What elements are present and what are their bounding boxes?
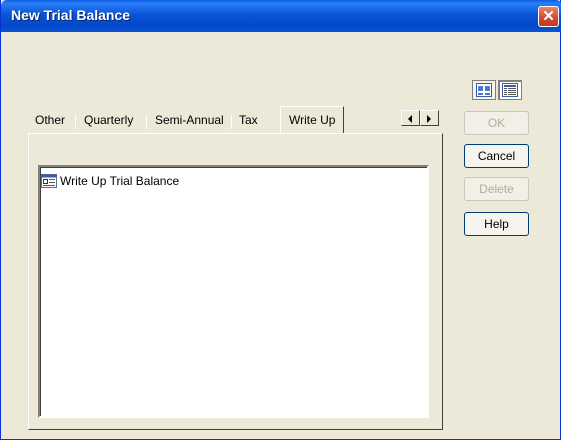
arrow-right-icon (427, 115, 431, 123)
window-title: New Trial Balance (11, 7, 131, 23)
large-icons-view-icon (476, 83, 492, 97)
arrow-left-icon (408, 115, 412, 123)
template-list[interactable]: Write Up Trial Balance (38, 165, 429, 418)
details-view-icon (502, 83, 518, 97)
list-item[interactable]: Write Up Trial Balance (41, 173, 179, 189)
tab-label: Quarterly (84, 113, 134, 127)
tab-write-up[interactable]: Write Up (280, 106, 345, 133)
document-template-icon (41, 174, 57, 188)
tab-tax[interactable]: Tax (235, 110, 262, 132)
ok-button[interactable]: OK (464, 111, 529, 135)
tab-label: Tax (239, 113, 258, 127)
tab-divider (231, 115, 232, 129)
tab-quarterly[interactable]: Quarterly (80, 110, 137, 132)
tab-other[interactable]: Other (31, 110, 69, 132)
tab-label: Other (35, 113, 66, 127)
tab-scroll-right-button[interactable] (420, 110, 439, 126)
delete-button[interactable]: Delete (464, 177, 529, 201)
help-button[interactable]: Help (464, 212, 529, 236)
cancel-button[interactable]: Cancel (464, 144, 529, 168)
tab-divider (75, 115, 76, 129)
list-item-label: Write Up Trial Balance (60, 174, 180, 188)
title-bar[interactable]: New Trial Balance ✕ (1, 0, 561, 32)
tab-label: Write Up (289, 113, 336, 127)
close-button[interactable]: ✕ (538, 6, 559, 27)
tab-divider (146, 115, 147, 129)
close-icon: ✕ (542, 8, 555, 25)
large-icons-view-button[interactable] (472, 80, 496, 100)
tab-scroll-left-button[interactable] (401, 110, 420, 126)
tab-label: Semi-Annual (155, 113, 224, 127)
dialog-window: New Trial Balance ✕ Other Quarterly Semi… (0, 0, 561, 440)
tab-semi-annual[interactable]: Semi-Annual (151, 110, 228, 132)
details-view-button[interactable] (498, 80, 522, 100)
tab-scroll-arrows (401, 110, 439, 126)
